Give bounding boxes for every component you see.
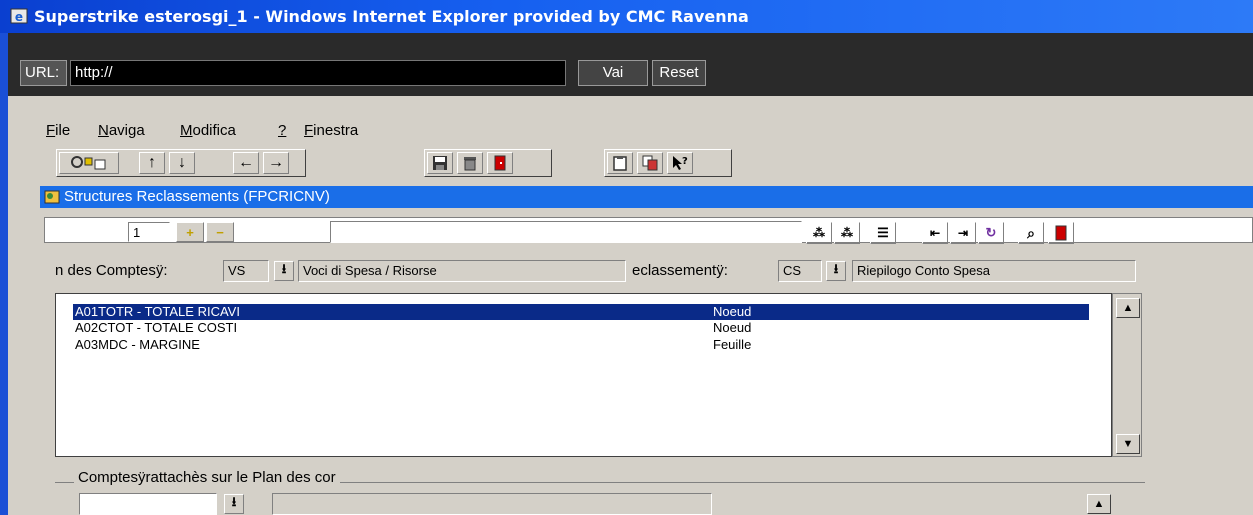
reclass-desc-field: Riepilogo Conto Spesa [852, 260, 1136, 282]
dropdown-arrow-icon: ⭳ [281, 261, 287, 276]
accounts-code-field[interactable] [79, 493, 217, 515]
reclass-label: eclassementÿ: [632, 262, 728, 279]
menu-naviga[interactable]: Naviga [98, 122, 145, 139]
refresh-button[interactable]: ↻ [978, 222, 1004, 244]
item-code: A01TOTR - TOTALE RICAVI [75, 304, 240, 319]
reclass-code-field[interactable]: CS [778, 260, 822, 282]
record-tools: ⁂ ⁂ ☰ ⇤ ⇥ ↻ ⌕ [806, 220, 1146, 244]
menu-finestra[interactable]: Finestra [304, 122, 358, 139]
go-button[interactable]: Vai [578, 60, 648, 86]
arrow-down-icon: ↓ [178, 154, 186, 171]
clipboard-icon [613, 156, 627, 171]
triangle-down-icon: ▼ [1122, 438, 1134, 450]
plus-icon: + [186, 224, 194, 240]
list-item[interactable]: A01TOTR - TOTALE RICAVI Noeud [73, 304, 1089, 320]
structure-list[interactable]: A01TOTR - TOTALE RICAVI Noeud A02CTOT - … [55, 293, 1112, 457]
search-button[interactable]: ⌕ [1018, 222, 1044, 244]
move-left-button[interactable]: ⇤ [922, 222, 948, 244]
exit-door-icon [1055, 225, 1067, 241]
toolbar-tools: ? [604, 149, 732, 177]
accounts-desc-field [272, 493, 712, 515]
menu-file[interactable]: File [46, 122, 70, 139]
window-titlebar: e Superstrike esterosgi_1 - Windows Inte… [0, 0, 1253, 33]
tree-collapse-icon: ⁂ [841, 226, 853, 240]
close-form-button[interactable] [1048, 222, 1074, 244]
item-code: A02CTOT - TOTALE COSTI [75, 320, 238, 335]
window-left-border [0, 33, 8, 515]
indent-left-icon: ⇤ [929, 226, 941, 240]
item-type: Noeud [713, 320, 752, 335]
record-number[interactable]: 1 [128, 222, 170, 242]
copy-button[interactable] [637, 152, 663, 174]
list-scrollbar[interactable]: ▲ ▼ [1112, 293, 1142, 457]
scroll-down-button[interactable]: ▼ [1116, 434, 1140, 454]
arrow-left-icon: ← [238, 154, 254, 171]
context-help-button[interactable]: ? [667, 152, 693, 174]
list-item[interactable]: A02CTOT - TOTALE COSTI Noeud [73, 320, 1089, 336]
refresh-icon: ↻ [985, 225, 997, 240]
move-right-button[interactable]: ⇥ [950, 222, 976, 244]
accounts-dropdown-button[interactable]: ⭳ [224, 494, 244, 514]
menu-modifica[interactable]: Modifica [180, 122, 236, 139]
form-icon [44, 190, 60, 204]
down-button[interactable]: ↓ [169, 152, 195, 174]
list-icon: ☰ [877, 225, 889, 240]
dropdown-arrow-icon: ⭳ [231, 494, 237, 509]
form-titlebar: Structures Reclassements (FPCRICNV) [40, 186, 1253, 208]
reclass-dropdown-button[interactable]: ⭳ [826, 261, 846, 281]
form-title: Structures Reclassements (FPCRICNV) [64, 188, 330, 205]
exit-door-icon [494, 155, 506, 171]
list-item[interactable]: A03MDC - MARGINE Feuille [73, 337, 1089, 353]
plan-desc-field: Voci di Spesa / Risorse [298, 260, 626, 282]
up-button[interactable]: ↑ [139, 152, 165, 174]
window-title: Superstrike esterosgi_1 - Windows Intern… [34, 7, 749, 26]
tree-collapse-button[interactable]: ⁂ [834, 222, 860, 244]
exit-button[interactable] [487, 152, 513, 174]
url-input[interactable]: http:// [70, 60, 566, 86]
indent-right-icon: ⇥ [957, 226, 969, 240]
group-label: Comptesÿrattachès sur le Plan des cor [74, 469, 340, 486]
accounts-scroll-up-button[interactable]: ▲ [1087, 494, 1111, 514]
help-pointer-icon: ? [673, 156, 688, 170]
scroll-up-button[interactable]: ▲ [1116, 298, 1140, 318]
clear-button[interactable] [457, 152, 483, 174]
arrow-right-icon: → [268, 154, 284, 171]
toolbar-edit [424, 149, 552, 177]
clipboard-button[interactable] [607, 152, 633, 174]
toolbar-nav: ↑ ↓ ← → [56, 149, 306, 177]
svg-text:e: e [15, 10, 23, 24]
svg-text:?: ? [682, 156, 688, 167]
list-view-button[interactable]: ☰ [870, 222, 896, 244]
right-button[interactable]: → [263, 152, 289, 174]
query-icon [71, 156, 106, 170]
delete-record-button[interactable]: − [206, 222, 234, 242]
plan-label: n des Comptesÿ: [55, 262, 168, 279]
tree-expand-button[interactable]: ⁂ [806, 222, 832, 244]
item-type: Noeud [713, 304, 752, 319]
floppy-disk-icon [433, 156, 447, 170]
minus-icon: − [216, 224, 224, 240]
left-button[interactable]: ← [233, 152, 259, 174]
search-input[interactable] [330, 221, 802, 243]
dropdown-arrow-icon: ⭳ [833, 261, 839, 276]
plan-dropdown-button[interactable]: ⭳ [274, 261, 294, 281]
reset-button[interactable]: Reset [652, 60, 706, 86]
item-code: A03MDC - MARGINE [75, 337, 200, 352]
query-button[interactable] [59, 152, 119, 174]
tree-expand-icon: ⁂ [813, 226, 825, 240]
magnifier-icon: ⌕ [1027, 224, 1035, 241]
menu-help[interactable]: ? [278, 122, 286, 139]
triangle-up-icon: ▲ [1122, 302, 1134, 314]
triangle-up-icon: ▲ [1093, 498, 1105, 510]
item-type: Feuille [713, 337, 752, 352]
ie-icon: e [10, 8, 28, 24]
save-button[interactable] [427, 152, 453, 174]
plan-code-field[interactable]: VS [223, 260, 269, 282]
url-label: URL: [20, 60, 67, 86]
arrow-up-icon: ↑ [148, 154, 156, 171]
insert-record-button[interactable]: + [176, 222, 204, 242]
trash-bin-icon [464, 157, 476, 171]
copy-icon [642, 155, 658, 171]
